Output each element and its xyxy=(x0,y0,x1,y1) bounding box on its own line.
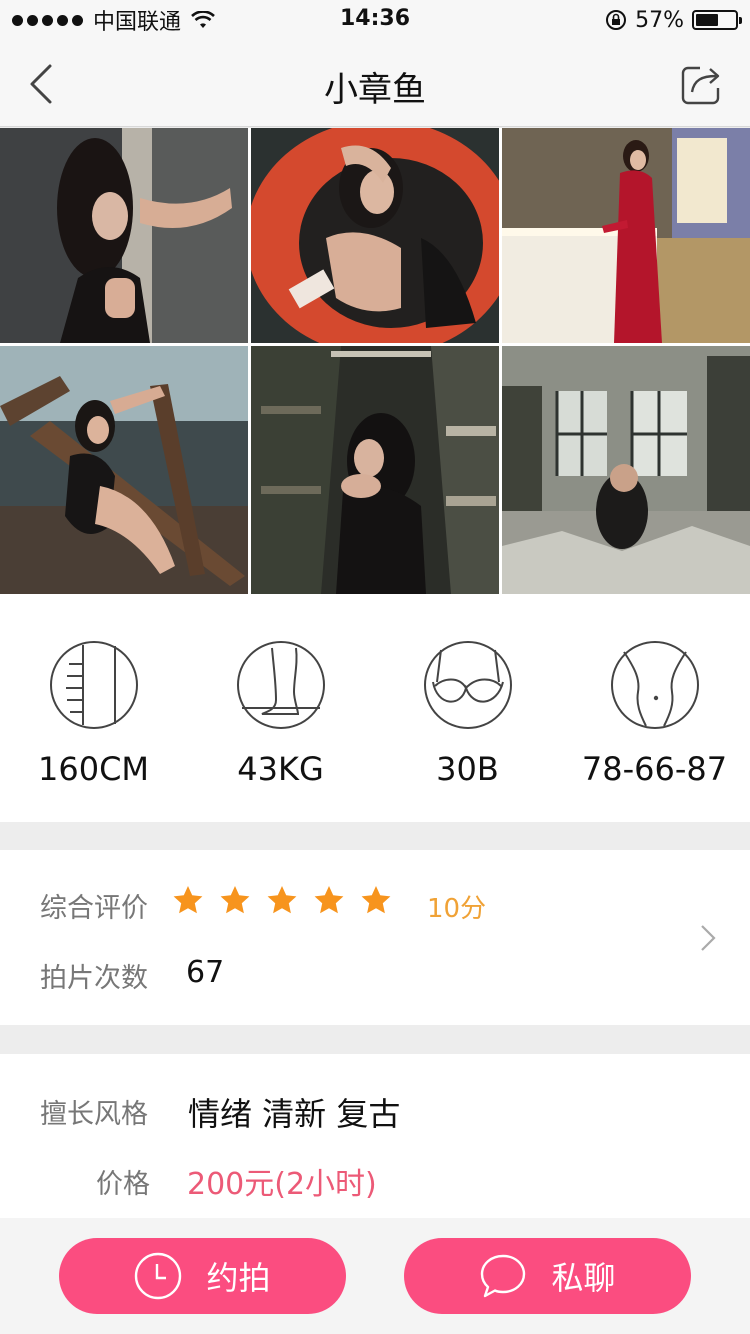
stat-weight: 43KG xyxy=(187,640,374,788)
stat-bust: 30B xyxy=(374,640,561,788)
chat-bubble-icon xyxy=(481,1254,526,1298)
battery-level xyxy=(696,14,718,26)
shoot-count: 67 xyxy=(186,955,225,990)
book-shoot-label: 约拍 xyxy=(206,1259,271,1297)
gallery-photo[interactable] xyxy=(0,346,248,594)
gallery-photo[interactable] xyxy=(251,128,499,343)
bust-icon xyxy=(423,641,512,729)
stat-value: 43KG xyxy=(237,750,324,788)
rating-stars xyxy=(172,884,392,916)
stat-value: 78-66-87 xyxy=(581,750,728,788)
star-icon xyxy=(361,886,391,914)
bottom-action-bar: 约拍 私聊 xyxy=(0,1218,750,1334)
rotation-lock-icon xyxy=(606,10,627,30)
private-chat-button[interactable]: 私聊 xyxy=(404,1238,691,1314)
battery-icon xyxy=(692,10,742,30)
star-icon xyxy=(267,886,297,914)
clock-icon xyxy=(135,1252,182,1300)
style-label: 擅长风格 xyxy=(40,1099,148,1130)
page-title: 小章鱼 xyxy=(324,70,426,110)
book-shoot-button[interactable]: 约拍 xyxy=(59,1238,346,1314)
shoot-count-label: 拍片次数 xyxy=(40,963,148,994)
style-tags: 情绪 清新 复古 xyxy=(188,1095,401,1133)
gallery-photo[interactable] xyxy=(502,346,750,594)
gallery-photo[interactable] xyxy=(0,128,248,343)
share-button[interactable] xyxy=(680,62,724,106)
price-value: 200元(2小时) xyxy=(187,1167,377,1202)
info-card: 擅长风格 情绪 清新 复古 价格 200元(2小时) xyxy=(0,1054,750,1218)
weight-icon xyxy=(236,641,325,729)
rating-score: 10分 xyxy=(427,894,487,924)
stat-height: 160CM xyxy=(0,640,187,788)
gallery-photo[interactable] xyxy=(251,346,499,594)
status-right: 57% xyxy=(605,6,742,34)
price-label: 价格 xyxy=(96,1169,150,1200)
status-bar: 中国联通 14:36 57% xyxy=(0,0,750,40)
rating-label: 综合评价 xyxy=(40,893,148,924)
star-icon xyxy=(220,886,250,914)
stat-value: 30B xyxy=(436,750,499,788)
chevron-right-icon[interactable] xyxy=(698,922,718,954)
stat-value: 160CM xyxy=(37,750,150,788)
rating-card[interactable]: 综合评价 10分 拍片次数 67 xyxy=(0,850,750,1025)
battery-percent: 57% xyxy=(635,7,684,33)
gallery-photo[interactable] xyxy=(502,128,750,343)
model-stats: 160CM 43KG 30B 78-66-87 xyxy=(0,594,750,822)
nav-bar: 小章鱼 xyxy=(0,40,750,127)
photo-gallery[interactable] xyxy=(0,128,750,706)
stat-measurements: 78-66-87 xyxy=(561,640,748,788)
height-icon xyxy=(49,641,138,729)
star-icon xyxy=(173,886,203,914)
private-chat-label: 私聊 xyxy=(551,1259,616,1297)
measurements-icon xyxy=(610,641,699,729)
star-icon xyxy=(314,886,344,914)
